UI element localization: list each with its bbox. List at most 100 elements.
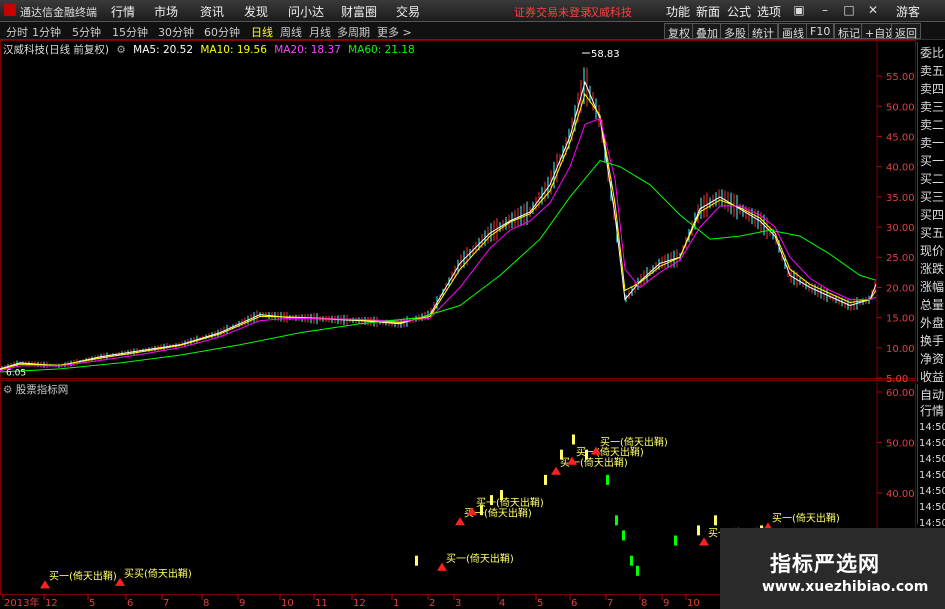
ma10-label: MA10: 19.56 — [200, 44, 267, 56]
x-tick-label: 5 — [89, 598, 95, 609]
signal-bar — [674, 535, 677, 546]
sub-y-tick-label: 60.00 — [886, 388, 915, 399]
ma-line-ma10 — [0, 93, 877, 370]
side-item[interactable]: 卖二 — [920, 116, 945, 133]
x-tick-label: 2 — [429, 598, 435, 609]
x-tick-label: 9 — [663, 598, 669, 609]
y-tick-label: 10.00 — [886, 344, 915, 355]
ma-line-ma20 — [0, 117, 877, 372]
x-tick-label: 4 — [499, 598, 505, 609]
side-item[interactable]: 涨跌 — [920, 260, 945, 277]
side-item[interactable]: 买五 — [920, 224, 945, 241]
watermark-title: 指标严选网 — [770, 552, 880, 576]
x-tick-label: 8 — [641, 598, 647, 609]
x-tick-label: 2013年 — [4, 596, 39, 609]
side-item[interactable]: 卖三 — [920, 98, 945, 115]
x-tick-label: 8 — [203, 598, 209, 609]
buy-signal-label: 买一(倚天出鞘) — [772, 511, 840, 524]
buy-signal-label: 买一(倚天出鞘) — [446, 552, 514, 565]
side-item[interactable]: 卖一 — [920, 134, 945, 151]
x-tick-label: 7 — [163, 598, 169, 609]
ma-legend: 汉威科技(日线 前复权) ⚙ MA5: 20.52 MA10: 19.56 MA… — [3, 42, 419, 56]
buy-signal-label: 买一(倚天出鞘) — [476, 496, 544, 509]
y-tick-label: 45.00 — [886, 132, 915, 143]
tick-time: 14:50 — [919, 422, 945, 433]
side-item[interactable]: 净资 — [920, 350, 945, 367]
signal-bar — [636, 565, 639, 576]
x-tick-label: 7 — [607, 598, 613, 609]
side-item[interactable]: 买四 — [920, 206, 945, 223]
side-item[interactable]: 总量 — [920, 296, 945, 313]
tick-time: 14:50 — [919, 438, 945, 449]
low-label: 6.05 — [6, 369, 26, 379]
quote-panel: 委比 卖五 卖四 卖三 卖二 卖一 买一 买二 买三 买四 买五 现价 涨跌 涨… — [917, 42, 945, 385]
y-tick-label: 35.00 — [886, 193, 915, 204]
ma20-label: MA20: 18.37 — [274, 44, 341, 56]
ma60-label: MA60: 21.18 — [348, 44, 415, 56]
y-tick-label: 20.00 — [886, 283, 915, 294]
signal-bar — [714, 515, 717, 526]
y-tick-label: 50.00 — [886, 102, 915, 113]
ma-line-ma60 — [0, 160, 877, 373]
signal-bar — [615, 515, 618, 526]
sub-panel-title: ⚙ 股票指标网 — [3, 382, 68, 397]
side-item[interactable]: 换手 — [920, 332, 945, 349]
tick-time: 14:50 — [919, 502, 945, 513]
side-item[interactable]: 买一 — [920, 152, 945, 169]
buy-signal-label: 买一(倚天出鞘) — [600, 436, 668, 449]
settings-icon[interactable]: ⚙ — [116, 44, 125, 56]
tick-time: 14:50 — [919, 470, 945, 481]
side-item[interactable]: 委比 — [920, 44, 945, 61]
ma-line-ma5 — [0, 80, 877, 370]
x-tick-label: 12 — [45, 598, 58, 609]
x-tick-label: 6 — [127, 598, 133, 609]
side-item[interactable]: 现价 — [920, 242, 945, 259]
side-item[interactable]: 买二 — [920, 170, 945, 187]
x-tick-label: 10 — [281, 598, 294, 609]
y-tick-label: 15.00 — [886, 314, 915, 325]
side-item[interactable]: 买三 — [920, 188, 945, 205]
side-item[interactable]: 收益 — [920, 368, 945, 385]
x-tick-label: 11 — [315, 598, 328, 609]
x-tick-label: 12 — [353, 598, 366, 609]
tick-time: 14:50 — [919, 486, 945, 497]
signal-bar — [606, 474, 609, 485]
chart-title: 汉威科技(日线 前复权) — [3, 44, 110, 56]
buy-signal-label: 买一(倚天出鞘) — [49, 569, 117, 582]
peak-label: 58.83 — [591, 49, 620, 60]
side-item[interactable]: 涨幅 — [920, 278, 945, 295]
signal-bar — [697, 525, 700, 536]
market-label[interactable]: 行情 — [920, 402, 945, 419]
signal-bar — [415, 555, 418, 566]
y-tick-label: 55.00 — [886, 72, 915, 83]
quote-panel-lower: 自动 行情 14:50 14:50 14:50 14:50 14:50 14:5… — [917, 384, 945, 529]
signal-bar — [544, 474, 547, 485]
x-tick-label: 9 — [239, 598, 245, 609]
sub-y-tick-label: 40.00 — [886, 489, 915, 500]
ma5-label: MA5: 20.52 — [133, 44, 193, 56]
signal-bar — [622, 530, 625, 541]
x-tick-label: 3 — [455, 598, 461, 609]
signal-bar — [630, 555, 633, 566]
kline-chart[interactable]: 55.0050.0045.0040.0035.0030.0025.0020.00… — [0, 0, 945, 609]
y-tick-label: 25.00 — [886, 253, 915, 264]
main-chart-frame — [0, 40, 916, 379]
auto-label[interactable]: 自动 — [920, 386, 945, 403]
sub-y-tick-label: 50.00 — [886, 439, 915, 450]
side-item[interactable]: 卖五 — [920, 62, 945, 79]
side-item[interactable]: 外盘 — [920, 314, 945, 331]
y-tick-label: 30.00 — [886, 223, 915, 234]
y-tick-label: 5.00 — [886, 374, 908, 385]
x-tick-label: 6 — [571, 598, 577, 609]
watermark-url: www.xuezhibiao.com — [762, 579, 929, 595]
tick-time: 14:50 — [919, 454, 945, 465]
settings-icon[interactable]: ⚙ — [3, 384, 12, 396]
x-tick-label: 10 — [687, 598, 700, 609]
sub-panel-title-text: 股票指标网 — [15, 384, 69, 396]
buy-signal-label: 买买(倚天出鞘) — [124, 567, 192, 580]
x-tick-label: 5 — [537, 598, 543, 609]
x-tick-label: 1 — [393, 598, 399, 609]
y-tick-label: 40.00 — [886, 163, 915, 174]
signal-bar — [572, 434, 575, 445]
side-item[interactable]: 卖四 — [920, 80, 945, 97]
